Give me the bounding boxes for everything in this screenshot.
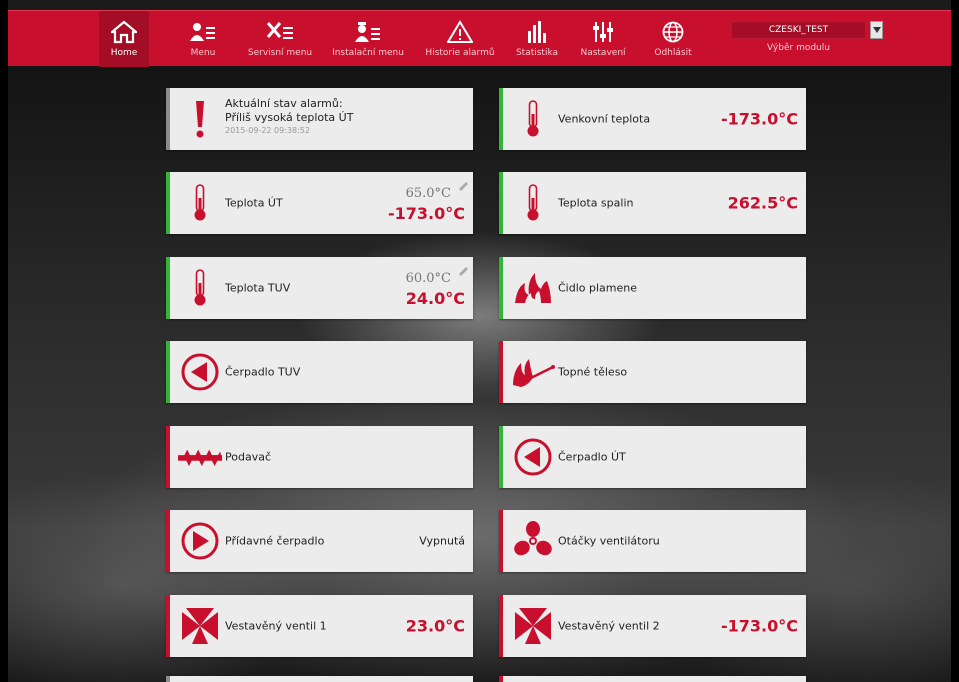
warning-icon	[447, 19, 473, 45]
thermometer-icon	[511, 97, 555, 141]
tile-outdoor-temp[interactable]: Venkovní teplota -173.0°C	[499, 88, 806, 150]
sliders-icon	[592, 19, 614, 45]
edit-pencil-icon[interactable]	[457, 176, 469, 195]
valve-icon	[511, 604, 555, 648]
tile-label: Čerpadlo ÚT	[558, 450, 626, 464]
pump-icon	[178, 350, 222, 394]
thermometer-icon	[511, 181, 555, 225]
user-menu-icon	[190, 19, 216, 45]
tile-partial-left	[166, 676, 473, 682]
tile-value: 23.0°C	[405, 616, 465, 636]
tile-label: Vestavěný ventil 1	[225, 619, 327, 633]
nav-home[interactable]: Home	[99, 11, 149, 67]
nav-alarm-history[interactable]: Historie alarmů	[422, 11, 498, 67]
tile-feeder[interactable]: Podavač	[166, 426, 473, 488]
home-icon	[111, 19, 137, 45]
alarm-title: Aktuální stav alarmů:	[225, 97, 343, 110]
tile-value: -173.0°C	[721, 616, 798, 636]
tile-setpoint: 60.0°C	[405, 271, 451, 286]
globe-icon	[662, 19, 684, 45]
tile-label: Čerpadlo TUV	[225, 365, 301, 379]
nav-service-menu[interactable]: Servisní menu	[242, 11, 318, 67]
tools-icon	[266, 19, 294, 45]
module-select-value: CZESKI_TEST	[768, 25, 829, 35]
alarm-time: 2015-09-22 09:38:52	[225, 126, 310, 135]
tile-label: Topné těleso	[558, 365, 628, 379]
tile-current-value: 24.0°C	[405, 289, 465, 308]
tile-value: -173.0°C	[721, 109, 798, 129]
thermometer-icon	[178, 181, 222, 225]
exclamation-icon	[178, 97, 222, 141]
nav-settings[interactable]: Nastavení	[576, 11, 630, 67]
valve-icon	[178, 604, 222, 648]
tile-pump-ut[interactable]: Čerpadlo ÚT	[499, 426, 806, 488]
tile-valve-1[interactable]: Vestavěný ventil 1 23.0°C	[166, 595, 473, 657]
tile-heater[interactable]: Topné těleso	[499, 341, 806, 403]
pellet-background	[0, 66, 959, 682]
tile-fan-speed[interactable]: Otáčky ventilátoru	[499, 510, 806, 572]
left-edge	[0, 0, 8, 682]
top-nav-bar: Home Menu Servisní menu Instalační menu …	[8, 10, 951, 67]
flame-icon	[511, 266, 555, 310]
tile-alarm-status[interactable]: Aktuální stav alarmů: Příliš vysoká tepl…	[166, 88, 473, 150]
module-label: Výběr modulu	[767, 43, 830, 53]
edit-pencil-icon[interactable]	[457, 261, 469, 280]
tile-setpoint: 65.0°C	[405, 186, 451, 201]
tile-flue-temp[interactable]: Teplota spalin 262.5°C	[499, 172, 806, 234]
heater-flame-icon	[511, 350, 555, 394]
tile-label: Přídavné čerpadlo	[225, 534, 325, 548]
tile-label: Vestavěný ventil 2	[558, 619, 660, 633]
tile-label: Teplota ÚT	[225, 196, 283, 210]
tile-valve-2[interactable]: Vestavěný ventil 2 -173.0°C	[499, 595, 806, 657]
tile-current-value: -173.0°C	[388, 204, 465, 223]
tile-label: Otáčky ventilátoru	[558, 534, 660, 548]
tile-label: Teplota TUV	[225, 281, 291, 295]
thermometer-icon	[178, 266, 222, 310]
tile-label: Čidlo plamene	[558, 281, 638, 295]
pump-icon	[178, 519, 222, 563]
bar-chart-icon	[526, 19, 548, 45]
tile-temp-tuv[interactable]: Teplota TUV 60.0°C 24.0°C	[166, 257, 473, 319]
nav-install-menu[interactable]: Instalační menu	[326, 11, 410, 67]
nav-menu[interactable]: Menu	[178, 11, 228, 67]
chevron-down-icon	[872, 27, 881, 33]
nav-logout[interactable]: Odhlásit	[646, 11, 700, 67]
tile-partial-right	[499, 676, 806, 682]
tile-label: Teplota spalin	[558, 196, 634, 210]
tile-label: Podavač	[225, 450, 271, 464]
module-select-arrow[interactable]	[870, 21, 883, 39]
fan-icon	[511, 519, 555, 563]
nav-statistics[interactable]: Statistika	[510, 11, 564, 67]
tile-temp-ut[interactable]: Teplota ÚT 65.0°C -173.0°C	[166, 172, 473, 234]
alarm-text: Příliš vysoká teplota ÚT	[225, 111, 354, 124]
pump-icon	[511, 435, 555, 479]
tile-extra-pump[interactable]: Přídavné čerpadlo Vypnutá	[166, 510, 473, 572]
tile-state: Vypnutá	[419, 534, 465, 548]
installer-icon	[355, 19, 381, 45]
tile-value: 262.5°C	[727, 193, 798, 213]
right-edge	[951, 0, 959, 682]
tile-flame-sensor[interactable]: Čidlo plamene	[499, 257, 806, 319]
feeder-screw-icon	[178, 435, 222, 479]
tile-label: Venkovní teplota	[558, 112, 651, 126]
tile-pump-tuv[interactable]: Čerpadlo TUV	[166, 341, 473, 403]
module-select[interactable]: CZESKI_TEST	[731, 21, 866, 39]
